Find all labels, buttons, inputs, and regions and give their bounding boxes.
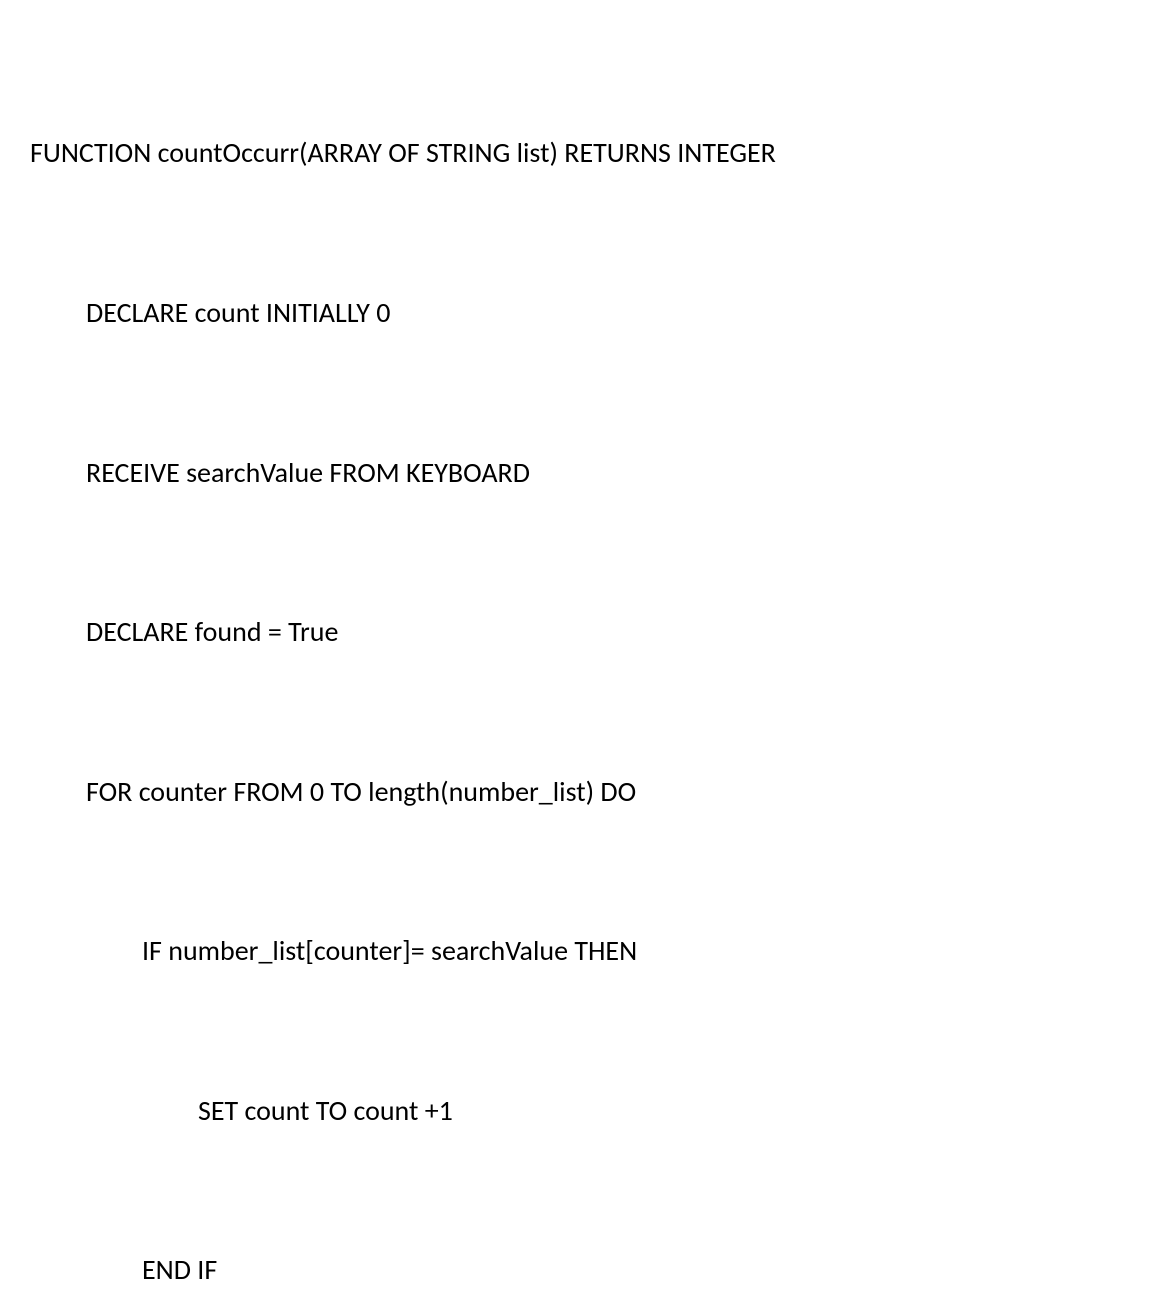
- code-line-receive-input: RECEIVE searchValue FROM KEYBOARD: [30, 446, 1126, 499]
- code-line-declare-found: DECLARE found = True: [30, 605, 1126, 658]
- code-line-set-count: SET count TO count +1: [30, 1084, 1126, 1137]
- code-line-function-declaration: FUNCTION countOccurr(ARRAY OF STRING lis…: [30, 126, 1126, 179]
- code-line-end-if: END IF: [30, 1243, 1126, 1296]
- code-line-declare-count: DECLARE count INITIALLY 0: [30, 286, 1126, 339]
- code-line-if-condition: IF number_list[counter]= searchValue THE…: [30, 924, 1126, 977]
- pseudocode-block: FUNCTION countOccurr(ARRAY OF STRING lis…: [30, 20, 1126, 1308]
- code-line-for-loop: FOR counter FROM 0 TO length(number_list…: [30, 765, 1126, 818]
